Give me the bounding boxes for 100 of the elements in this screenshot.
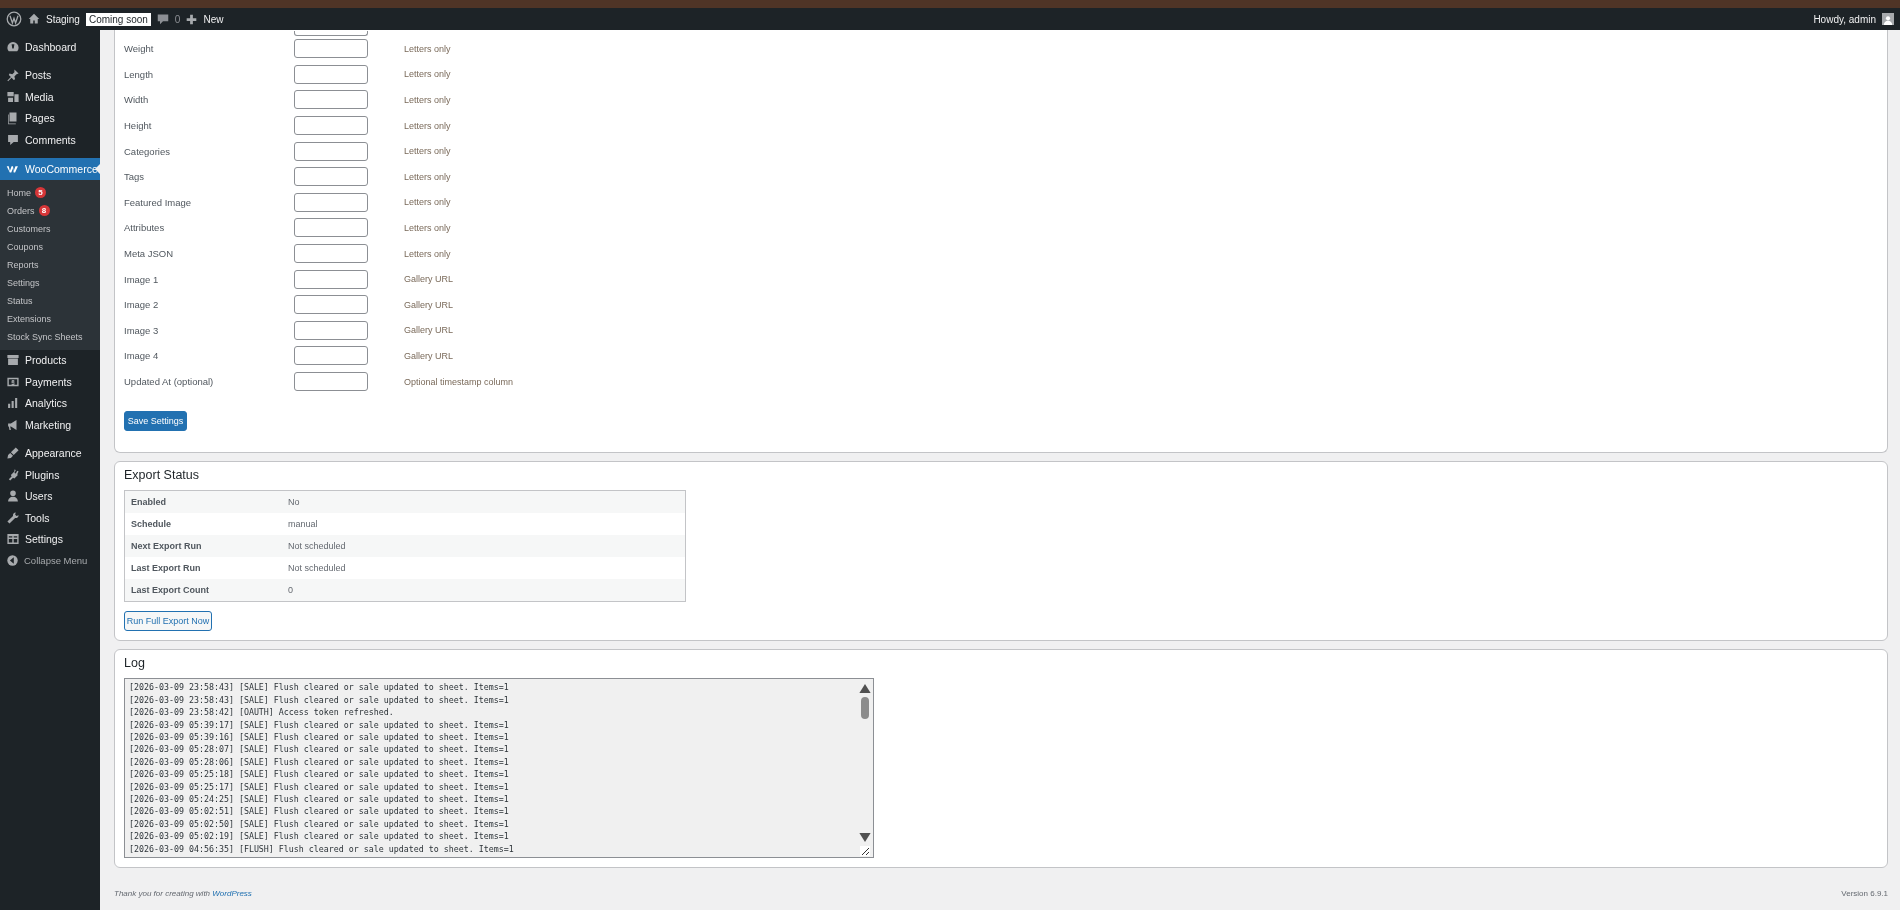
field-hint: Letters only [404, 120, 451, 131]
log-line: [2026-03-09 23:58:43] [SALE] Flush cleared or sale updated to sheet. Items=1 [129, 681, 510, 694]
pages-icon [6, 111, 20, 126]
sidebar-menu-item[interactable]: Marketing [0, 414, 100, 436]
scroll-down-icon[interactable] [859, 833, 871, 843]
submenu-item[interactable]: Home 5 [0, 183, 100, 202]
scroll-up-icon[interactable] [859, 684, 871, 694]
field-label: Height [124, 120, 153, 132]
count-badge: 5 [35, 187, 46, 198]
submenu-item[interactable]: Extensions [0, 309, 100, 328]
table-cell: Last Export Run [124, 557, 287, 580]
run-export-button[interactable]: Run Full Export Now [124, 611, 212, 632]
box-icon [6, 353, 20, 368]
scroll-thumb[interactable] [861, 697, 869, 720]
field-label: Image 4 [124, 350, 160, 362]
input-field[interactable] [294, 31, 368, 36]
sidebar-menu-item[interactable]: Plugins [0, 464, 100, 486]
field-hint: Letters only [404, 222, 451, 233]
log-line: [2026-03-09 05:02:19] [SALE] Flush cleared or sale updated to sheet. Items=1 [129, 830, 510, 843]
site-name-link[interactable]: Staging [46, 13, 80, 25]
sidebar-menu-item[interactable]: Settings [0, 528, 100, 550]
field-hint: Letters only [404, 146, 451, 157]
input-field[interactable] [294, 346, 368, 366]
save-settings-button[interactable]: Save Settings [124, 411, 187, 432]
sidebar-menu-item[interactable]: Analytics [0, 392, 100, 414]
media-icon [6, 89, 20, 104]
input-field[interactable] [294, 141, 368, 161]
sidebar-menu-item[interactable]: Products [0, 349, 100, 371]
submenu-item[interactable]: Coupons [0, 237, 100, 256]
sidebar-menu-item[interactable]: Posts [0, 64, 100, 86]
log-line: [2026-03-09 05:39:16] [SALE] Flush cleared or sale updated to sheet. Items=1 [129, 730, 510, 744]
submenu-item[interactable]: Status [0, 291, 100, 310]
input-field[interactable] [294, 218, 368, 238]
home-icon[interactable] [28, 13, 40, 25]
input-field[interactable] [294, 116, 368, 136]
field-label: Meta JSON [124, 248, 175, 260]
submenu-item[interactable]: Orders 8 [0, 201, 100, 220]
collapse-icon [6, 554, 19, 568]
input-field[interactable] [294, 90, 368, 110]
log-textarea[interactable] [124, 678, 874, 859]
input-field[interactable] [294, 39, 368, 59]
avatar-icon[interactable] [1882, 13, 1894, 25]
card-title: Log [124, 656, 146, 671]
howdy-link[interactable]: Howdy, admin [1813, 13, 1876, 25]
table-cell: Not scheduled [287, 535, 686, 558]
input-field[interactable] [294, 320, 368, 340]
field-hint: Letters only [404, 69, 451, 80]
field-hint: Letters only [404, 43, 451, 54]
submenu-item[interactable]: Reports [0, 255, 100, 274]
version-text: Version 6.9.1 [1841, 889, 1888, 899]
new-link[interactable]: New [203, 13, 224, 25]
card-title: Export Status [124, 468, 201, 483]
input-field[interactable] [294, 295, 368, 315]
input-field[interactable] [294, 167, 368, 187]
log-line: [2026-03-09 05:25:18] [SALE] Flush cleared or sale updated to sheet. Items=1 [129, 768, 510, 781]
table-cell: Not scheduled [287, 557, 686, 580]
input-field[interactable] [294, 64, 368, 84]
sidebar-menu-item[interactable]: Pages [0, 107, 100, 129]
sliders-icon [6, 532, 20, 547]
sidebar-menu-item[interactable]: WooCommerce [0, 157, 100, 180]
sidebar-menu-item[interactable]: Media [0, 86, 100, 108]
field-label: Updated At (optional) [124, 376, 215, 387]
sidebar-menu-item[interactable]: Dashboard [0, 36, 100, 58]
brush-icon [6, 446, 20, 461]
input-field[interactable] [294, 192, 368, 212]
coming-soon-badge[interactable]: Coming soon [85, 12, 151, 26]
field-label: Tags [124, 171, 146, 183]
submenu-item[interactable]: Stock Sync Sheets [0, 327, 100, 346]
log-line: [2026-03-09 05:02:51] [SALE] Flush cleared or sale updated to sheet. Items=1 [129, 805, 510, 818]
wordpress-link[interactable]: WordPress [212, 889, 252, 899]
pin-icon [6, 68, 20, 83]
input-field[interactable] [294, 269, 368, 289]
sidebar-menu-item[interactable]: Comments [0, 129, 100, 151]
field-hint: Gallery URL [404, 350, 453, 361]
table-cell: Enabled [124, 490, 287, 514]
plug-icon [6, 467, 20, 482]
plus-icon[interactable] [186, 13, 198, 25]
submenu-item[interactable]: Customers [0, 219, 100, 238]
input-field[interactable] [294, 244, 368, 264]
input-field[interactable] [294, 372, 368, 391]
sidebar-menu-item[interactable]: Appearance [0, 442, 100, 464]
field-label: Image 1 [124, 273, 160, 285]
sidebar-menu-item[interactable]: Payments [0, 371, 100, 393]
sidebar-menu-item[interactable]: Tools [0, 507, 100, 529]
field-label: Weight [124, 43, 155, 55]
comment-icon[interactable] [156, 13, 169, 25]
collapse-menu-button[interactable]: Collapse Menu [0, 550, 100, 572]
comment-count: 0 [174, 13, 181, 25]
field-hint: Letters only [404, 95, 451, 105]
sidebar-menu-item[interactable]: Users [0, 485, 100, 507]
resize-grip-icon[interactable] [860, 846, 870, 857]
submenu-item[interactable]: Settings [0, 273, 100, 292]
dashboard-icon [6, 39, 20, 54]
field-hint: Gallery URL [404, 274, 453, 285]
log-line: [2026-03-09 23:58:42] [OAUTH] Access token refreshed. [129, 706, 395, 719]
comment-icon [6, 132, 20, 147]
field-hint: Optional timestamp column [404, 376, 514, 387]
field-hint: Letters only [404, 171, 451, 182]
user-icon [6, 489, 20, 504]
wordpress-logo-icon[interactable] [6, 11, 22, 27]
